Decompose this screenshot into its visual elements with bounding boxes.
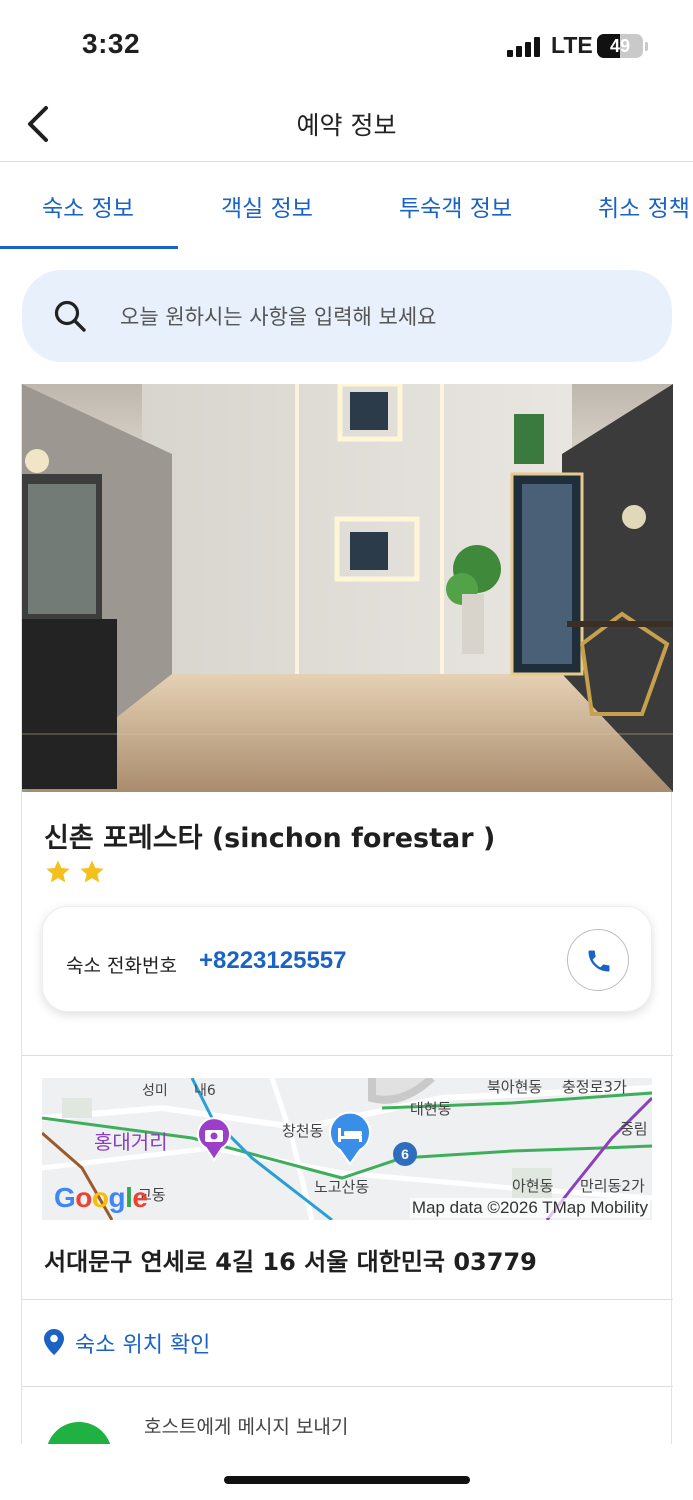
- search-input[interactable]: 오늘 원하시는 사항을 입력해 보세요: [22, 270, 672, 362]
- map-label: 노고산동: [314, 1178, 370, 1196]
- star-rating: [44, 858, 112, 890]
- property-card: 신촌 포레스타 (sinchon forestar ) 숙소 전화번호 +822…: [21, 384, 673, 1444]
- message-host-label: 호스트에게 메시지 보내기: [144, 1416, 349, 1438]
- google-logo: Google: [54, 1182, 148, 1214]
- map-label-hongdae: 홍대거리: [94, 1130, 168, 1154]
- page-title: 예약 정보: [296, 111, 397, 140]
- search-icon: [54, 300, 86, 332]
- google-logo-letter: G: [54, 1182, 76, 1213]
- map-attribution: Map data ©2026 TMap Mobility: [409, 1198, 650, 1218]
- nav-header: 예약 정보: [0, 88, 693, 162]
- map-label: 성미: [142, 1083, 168, 1099]
- camera-marker-icon: [197, 1117, 231, 1162]
- route-badge: 6: [393, 1142, 417, 1166]
- google-logo-letter: o: [91, 1182, 109, 1213]
- tab-guest-info[interactable]: 투숙객 정보: [399, 189, 512, 223]
- map-label: 대현동: [410, 1100, 452, 1118]
- map-label: 창천동: [282, 1122, 324, 1140]
- tab-property-info[interactable]: 숙소 정보: [42, 189, 134, 223]
- hotel-marker-icon[interactable]: [326, 1110, 374, 1166]
- phone-card: 숙소 전화번호 +8223125557: [42, 906, 652, 1012]
- map-label: 만리동2가: [580, 1177, 645, 1195]
- search-placeholder: 오늘 원하시는 사항을 입력해 보세요: [120, 305, 437, 329]
- location-pin-icon: [44, 1329, 64, 1355]
- phone-number-link[interactable]: +8223125557: [199, 947, 347, 975]
- phone-label: 숙소 전화번호: [66, 955, 177, 977]
- star-icon: [46, 860, 70, 883]
- tab-selected-indicator: [0, 246, 178, 249]
- battery-percent: 49: [609, 36, 631, 56]
- property-name: 신촌 포레스타 (sinchon forestar ): [44, 823, 496, 854]
- property-photo[interactable]: [22, 384, 673, 792]
- status-bar: 3:32 LTE 49: [0, 0, 693, 88]
- tab-cancellation-policy[interactable]: 취소 정책: [598, 189, 690, 223]
- map-label: 내6: [194, 1083, 216, 1099]
- map-label: 중림: [620, 1120, 648, 1138]
- network-type: LTE: [551, 32, 593, 58]
- tab-room-info[interactable]: 객실 정보: [221, 189, 313, 223]
- tab-bar: 숙소 정보 객실 정보 투숙객 정보 취소 정책: [0, 163, 693, 249]
- view-location-label: 숙소 위치 확인: [75, 1333, 211, 1358]
- home-indicator[interactable]: [224, 1476, 470, 1484]
- divider: [22, 1055, 673, 1056]
- google-logo-letter: o: [75, 1182, 92, 1213]
- host-avatar: [46, 1422, 112, 1444]
- google-logo-letter: g: [108, 1182, 126, 1213]
- phone-icon: [588, 950, 610, 972]
- battery-tip: [645, 42, 648, 51]
- message-host-row[interactable]: 호스트에게 메시지 보내기: [22, 1386, 673, 1444]
- call-button[interactable]: [567, 929, 629, 991]
- divider: [22, 1299, 673, 1300]
- status-time: 3:32: [82, 28, 141, 59]
- map-label: 북아현동: [487, 1078, 543, 1096]
- google-logo-letter: e: [132, 1182, 148, 1213]
- property-address: 서대문구 연세로 4길 16 서울 대한민국 03779: [44, 1248, 537, 1276]
- signal-icon: [507, 37, 543, 57]
- battery-icon: 49: [597, 34, 643, 58]
- map-label: 아현동: [512, 1177, 554, 1195]
- location-map[interactable]: 성미 내6 북아현동 충정로3가 대현동 창천동 중림 홍대거리 노고산동 아현…: [42, 1078, 652, 1220]
- map-label: 충정로3가: [562, 1078, 627, 1096]
- star-icon: [80, 860, 104, 883]
